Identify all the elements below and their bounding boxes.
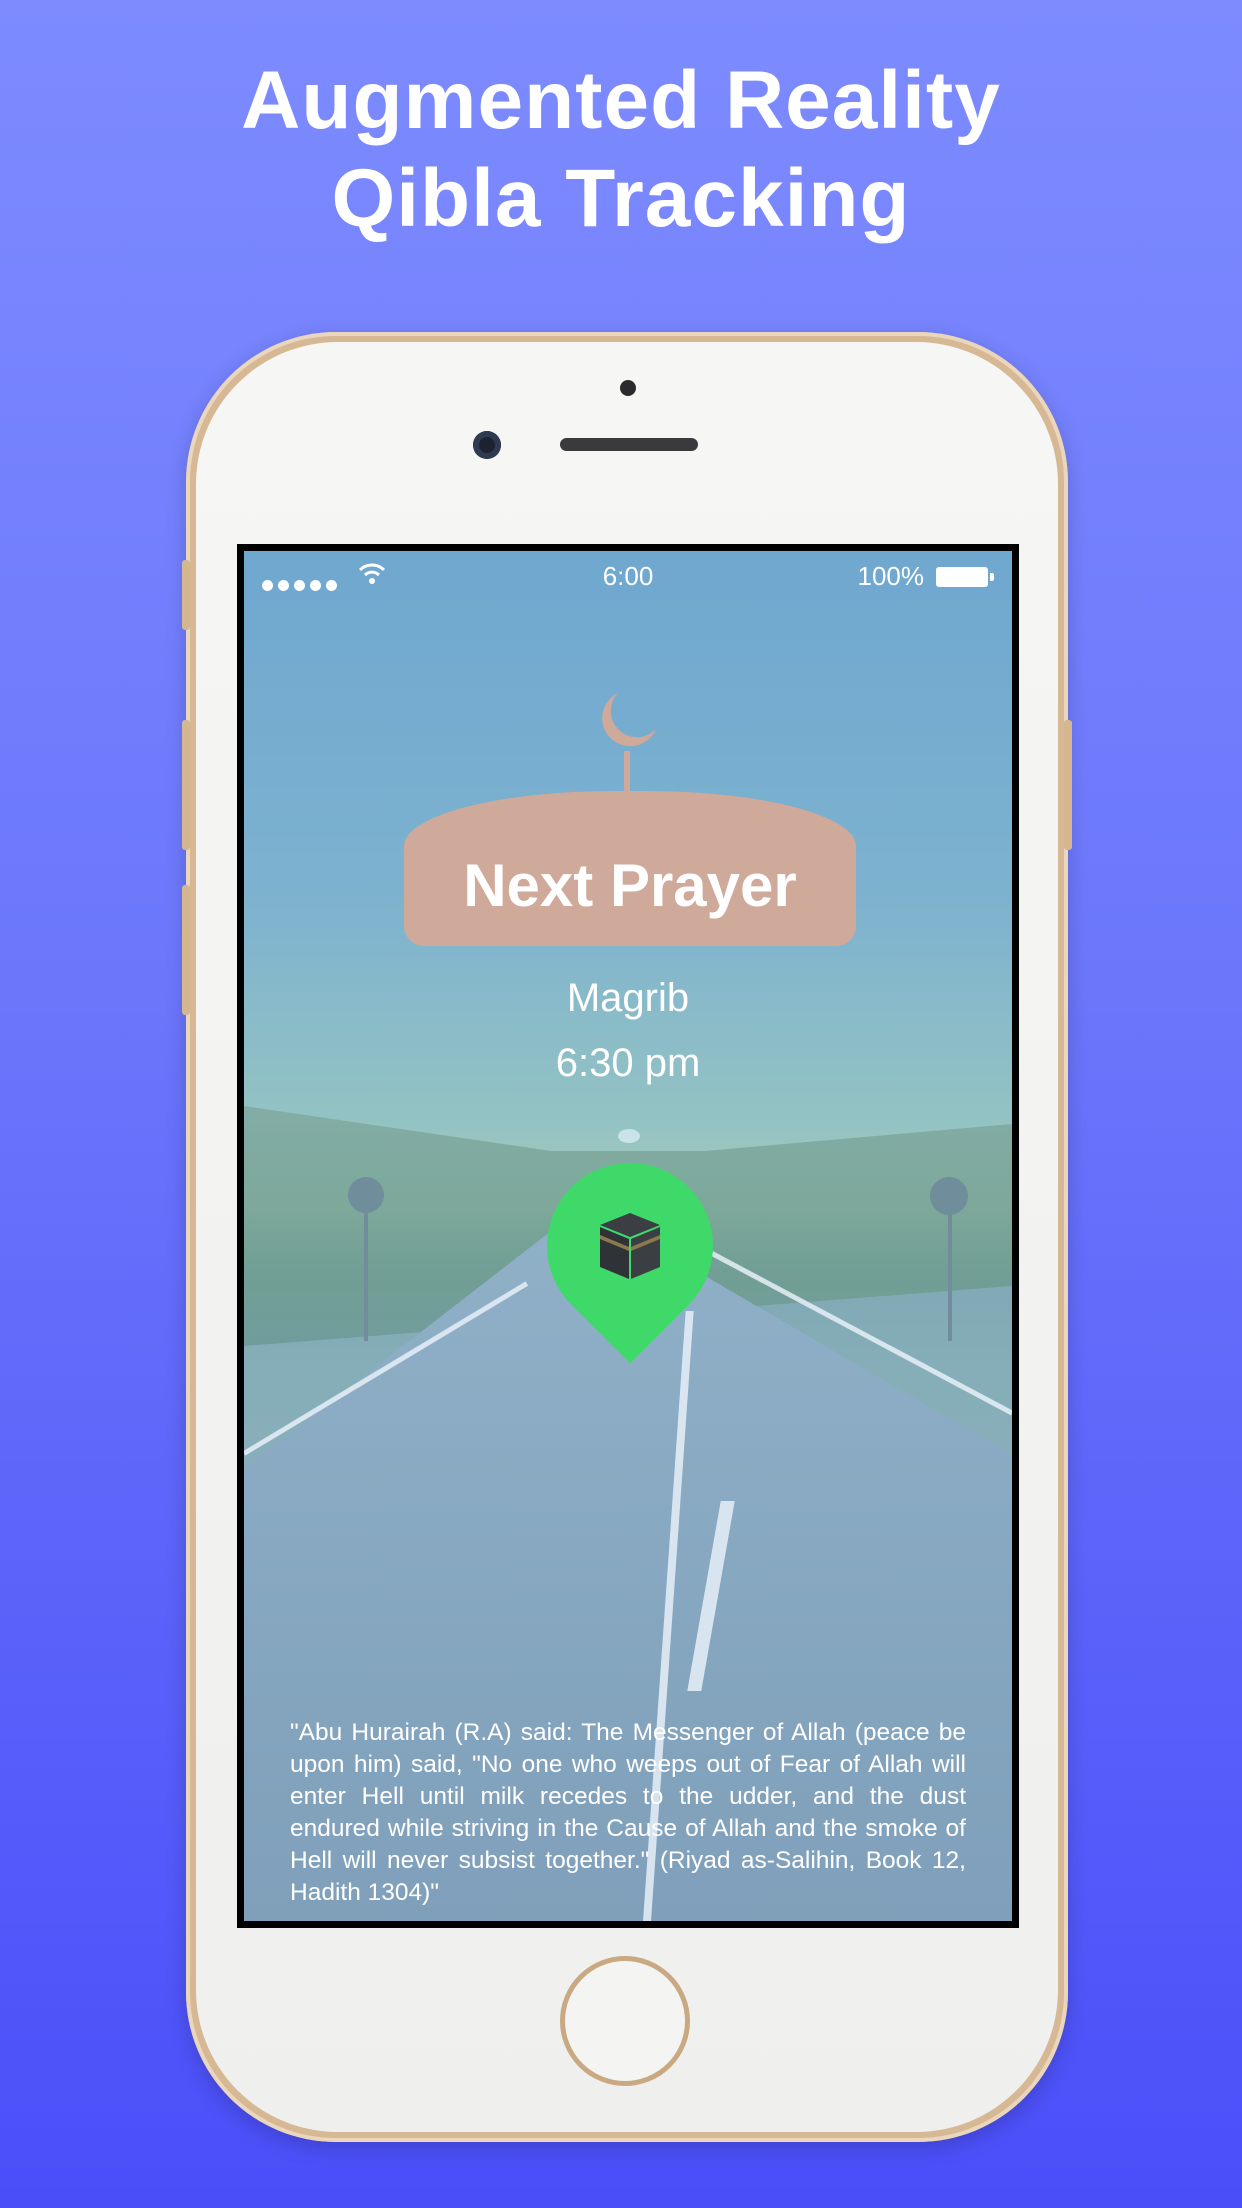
battery-icon bbox=[936, 567, 988, 587]
volume-down-button bbox=[182, 885, 190, 1015]
proximity-sensor bbox=[620, 380, 636, 396]
status-bar: 6:00 100% bbox=[244, 551, 1012, 601]
next-prayer-name: Magrib bbox=[566, 976, 690, 1020]
headline-line-1: Augmented Reality bbox=[241, 55, 1001, 146]
hadith-quote: "Abu Hurairah (R.A) said: The Messenger … bbox=[290, 1719, 966, 1906]
volume-up-button bbox=[182, 720, 190, 850]
ar-camera-view: 6:00 100% Next Prayer Magrib 6:30 pm "Ab… bbox=[244, 551, 1012, 1921]
next-prayer-time: 6:30 pm bbox=[555, 1041, 701, 1085]
promo-headline: Augmented Reality Qibla Tracking bbox=[0, 52, 1242, 248]
crescent-icon bbox=[602, 693, 656, 747]
next-prayer-label: Next Prayer bbox=[463, 852, 797, 919]
kaaba-icon bbox=[600, 1213, 660, 1279]
sign-pole-left bbox=[364, 1191, 368, 1341]
mute-switch bbox=[182, 560, 190, 630]
earpiece-speaker bbox=[560, 438, 698, 451]
power-button bbox=[1064, 720, 1072, 850]
battery-percent: 100% bbox=[857, 561, 925, 591]
home-button[interactable] bbox=[560, 1956, 690, 2086]
road-sign-left bbox=[348, 1177, 384, 1213]
battery-tip bbox=[990, 573, 994, 581]
front-camera bbox=[473, 431, 501, 459]
headline-line-2: Qibla Tracking bbox=[331, 153, 911, 244]
sun-glow bbox=[618, 1129, 640, 1143]
phone-screen: 6:00 100% Next Prayer Magrib 6:30 pm "Ab… bbox=[237, 544, 1019, 1928]
road-sign-right bbox=[930, 1177, 968, 1215]
